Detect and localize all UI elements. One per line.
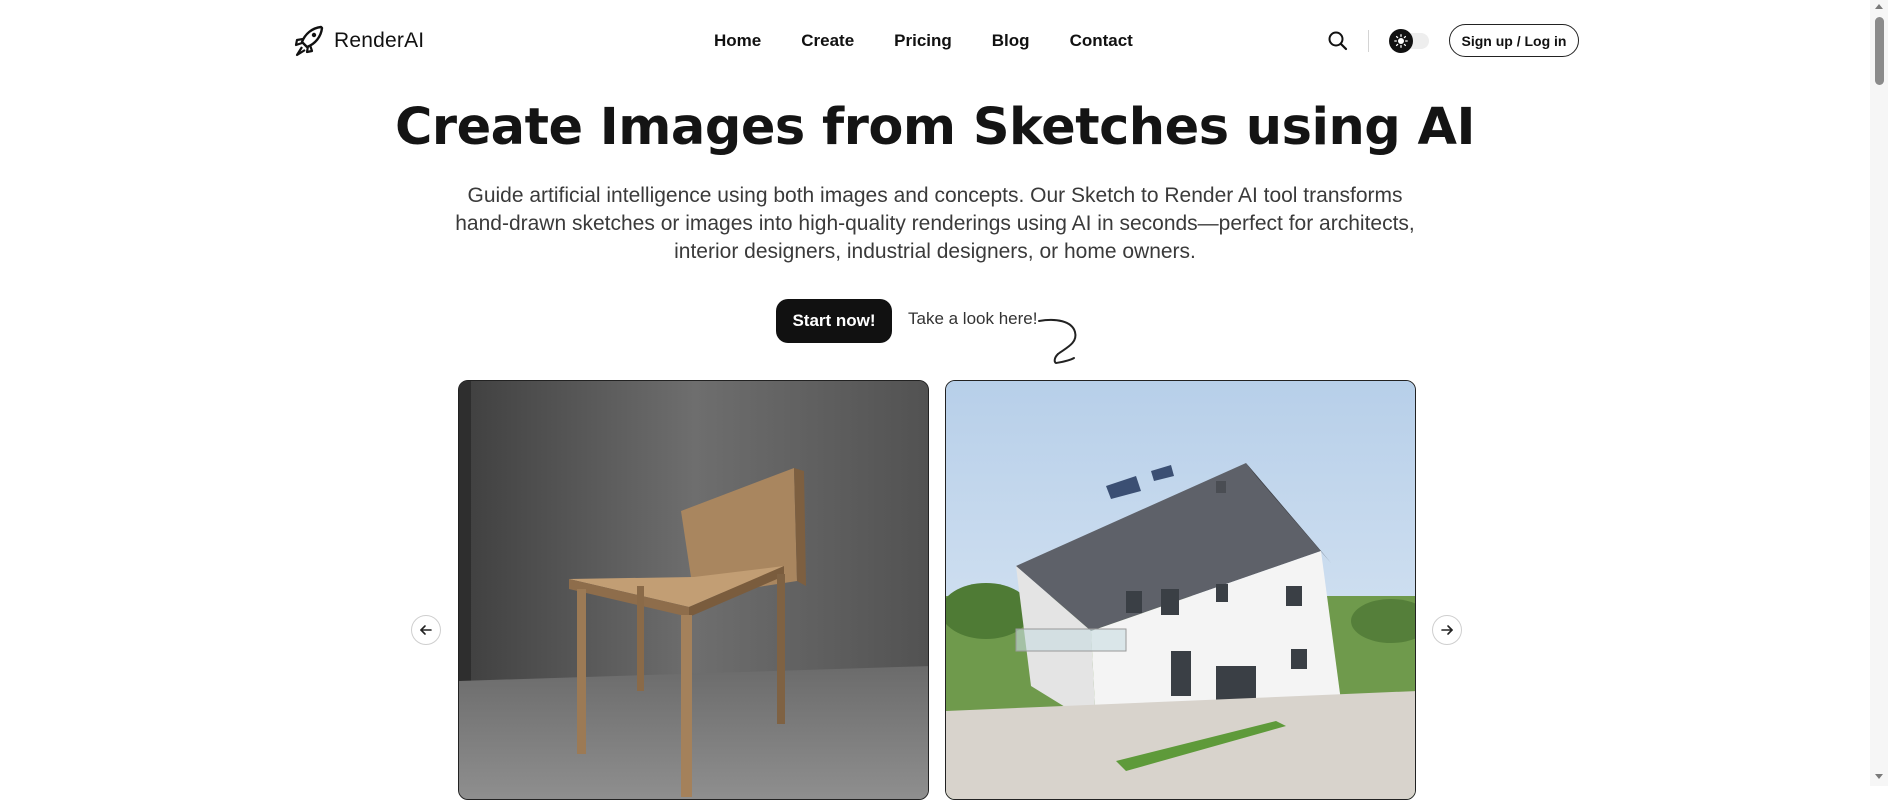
- slide-house-image[interactable]: [945, 380, 1416, 800]
- brand-name: RenderAI: [334, 29, 425, 52]
- main-nav: Home Create Pricing Blog Contact: [714, 28, 1133, 54]
- look-here-hint: Take a look here!: [908, 309, 1038, 328]
- toggle-knob: [1389, 29, 1413, 53]
- scroll-thumb[interactable]: [1875, 17, 1884, 85]
- arrow-left-icon: [420, 625, 432, 635]
- carousel-prev-button[interactable]: [411, 615, 441, 645]
- scroll-down-arrow-icon[interactable]: [1875, 774, 1883, 779]
- nav-contact[interactable]: Contact: [1070, 28, 1133, 54]
- brand-logo[interactable]: RenderAI: [294, 24, 424, 58]
- wooden-chair-render: [459, 381, 928, 799]
- signup-login-button[interactable]: Sign up / Log in: [1449, 24, 1579, 57]
- search-icon: [1328, 31, 1348, 51]
- theme-toggle[interactable]: [1389, 28, 1430, 54]
- curved-arrow-icon: [1038, 318, 1077, 364]
- white-house-render: [946, 381, 1415, 799]
- page-title: Create Images from Sketches using AI: [395, 98, 1475, 157]
- nav-home[interactable]: Home: [714, 28, 761, 54]
- site-header: RenderAI Home Create Pricing Blog Contac…: [0, 0, 1870, 82]
- hero-subtitle: Guide artificial intelligence using both…: [455, 184, 1415, 263]
- nav-blog[interactable]: Blog: [992, 28, 1030, 54]
- slide-chair-image[interactable]: [458, 380, 929, 800]
- search-button[interactable]: [1326, 28, 1350, 54]
- start-now-button[interactable]: Start now!: [776, 299, 892, 343]
- nav-create[interactable]: Create: [801, 28, 854, 54]
- carousel-next-button[interactable]: [1432, 615, 1462, 645]
- nav-pricing[interactable]: Pricing: [894, 28, 952, 54]
- arrow-right-icon: [1441, 625, 1453, 635]
- page-scrollbar[interactable]: [1870, 0, 1888, 786]
- scroll-up-arrow-icon[interactable]: [1875, 4, 1883, 9]
- header-divider: [1368, 30, 1369, 52]
- rocket-icon: [294, 25, 324, 57]
- sun-icon: [1394, 34, 1408, 48]
